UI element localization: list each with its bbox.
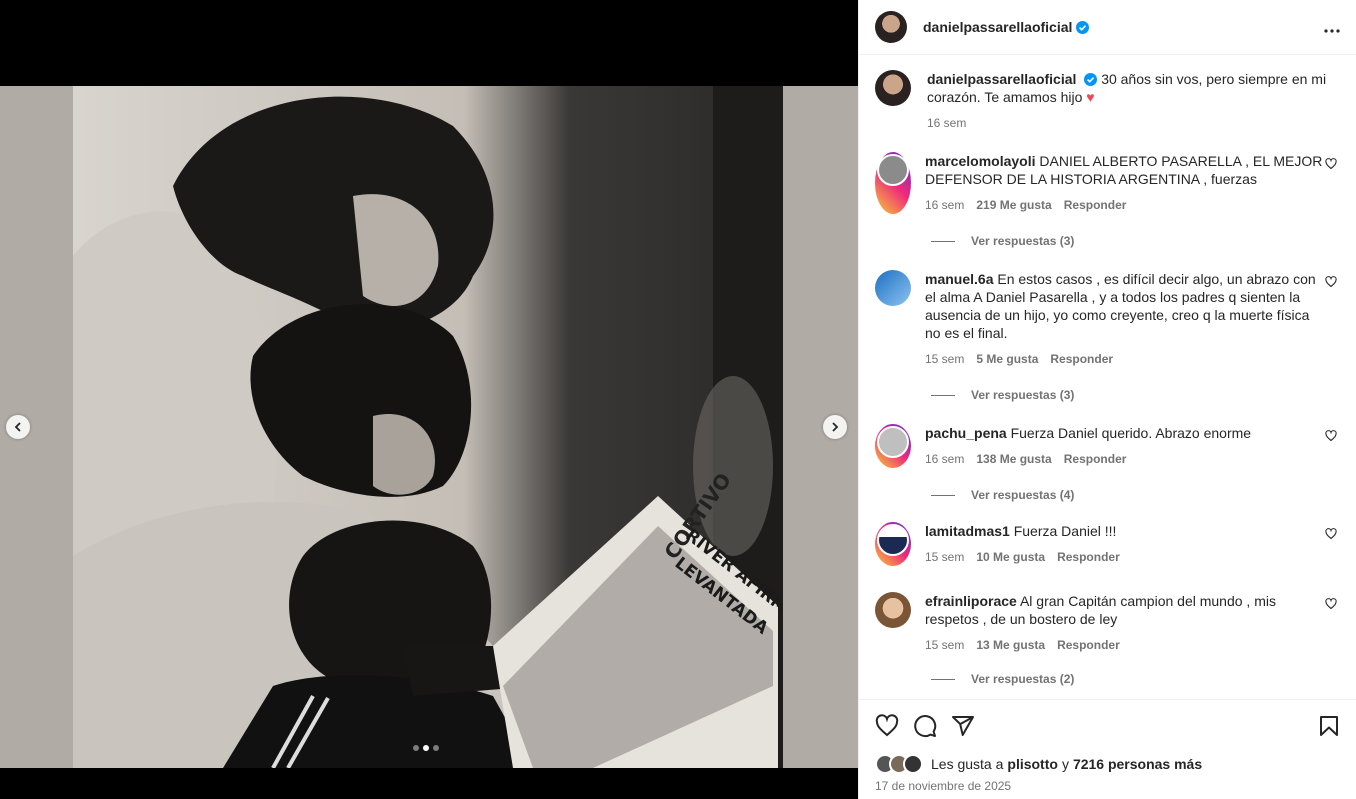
view-replies-button[interactable]: Ver respuestas (2) <box>931 672 1074 686</box>
post-header: danielpassarellaoficial <box>859 0 1356 55</box>
verified-icon <box>1076 20 1090 34</box>
chevron-left-icon <box>14 422 21 432</box>
save-icon[interactable] <box>1317 714 1341 738</box>
heart-icon[interactable] <box>1325 430 1337 442</box>
comment-icon[interactable] <box>913 714 937 738</box>
photo-background: CORTIVO RIVER AFIRMO LEVANTADA <box>0 86 858 768</box>
comment-likes[interactable]: 219 Me gusta <box>976 196 1051 214</box>
next-photo-button[interactable] <box>823 415 847 439</box>
comment-username[interactable]: manuel.6a <box>925 271 993 287</box>
comment-likes[interactable]: 13 Me gusta <box>976 636 1045 654</box>
heart-icon[interactable] <box>1325 276 1337 288</box>
commenter-avatar[interactable] <box>875 270 911 306</box>
comment-username[interactable]: pachu_pena <box>925 425 1007 441</box>
replies-line <box>931 494 955 496</box>
reply-button[interactable]: Responder <box>1057 636 1120 654</box>
likes-summary: Les gusta a plisotto y 7216 personas más <box>875 754 1202 774</box>
comment-time[interactable]: 16 sem <box>925 450 964 468</box>
replies-line <box>931 240 955 242</box>
liker-avatars <box>875 754 923 774</box>
post-photo[interactable]: CORTIVO RIVER AFIRMO LEVANTADA <box>73 86 783 768</box>
comment-username[interactable]: lamitadmas1 <box>925 523 1010 539</box>
verified-icon <box>1084 73 1098 86</box>
heart-icon[interactable] <box>1325 158 1337 170</box>
heart-icon[interactable] <box>1325 598 1337 610</box>
comment-time[interactable]: 16 sem <box>925 196 964 214</box>
more-options-button[interactable] <box>1324 17 1340 38</box>
likes-user[interactable]: plisotto <box>1007 756 1058 772</box>
likes-prefix: Les gusta a <box>931 756 1004 772</box>
heart-emoji: ♥ <box>1086 89 1095 105</box>
reply-button[interactable]: Responder <box>1057 548 1120 566</box>
reply-button[interactable]: Responder <box>1064 196 1127 214</box>
post-side-panel: danielpassarellaoficial danielpassarella… <box>858 0 1356 799</box>
heart-icon[interactable] <box>1325 528 1337 540</box>
comment: pachu_pena Fuerza Daniel querido. Abrazo… <box>875 424 1345 468</box>
carousel-dot-active <box>423 745 429 751</box>
view-replies-label: Ver respuestas (3) <box>971 234 1075 248</box>
comment: marcelomolayoli DANIEL ALBERTO PASARELLA… <box>875 152 1345 214</box>
post-media: CORTIVO RIVER AFIRMO LEVANTADA <box>0 0 858 799</box>
author-avatar[interactable] <box>875 11 907 43</box>
view-replies-button[interactable]: Ver respuestas (3) <box>931 234 1074 248</box>
photo-illustration <box>73 86 783 768</box>
comment: efrainliporace Al gran Capitán campion d… <box>875 592 1345 654</box>
comment-text: Fuerza Daniel !!! <box>1013 523 1117 539</box>
carousel-dot <box>413 745 419 751</box>
commenter-avatar[interactable] <box>875 424 911 468</box>
carousel-dot <box>433 745 439 751</box>
likes-join: y <box>1061 756 1069 772</box>
commenter-avatar[interactable] <box>875 152 911 214</box>
comments-list[interactable]: danielpassarellaoficial 30 años sin vos,… <box>859 56 1356 698</box>
comment: manuel.6a En estos casos , es difícil de… <box>875 270 1345 368</box>
share-icon[interactable] <box>951 714 975 738</box>
more-icon <box>1324 28 1340 33</box>
carousel-indicator <box>413 745 439 751</box>
comment-time[interactable]: 15 sem <box>925 636 964 654</box>
comment-text: Fuerza Daniel querido. Abrazo enorme <box>1010 425 1252 441</box>
chevron-right-icon <box>832 422 839 432</box>
comment-likes[interactable]: 10 Me gusta <box>976 548 1045 566</box>
author-avatar[interactable] <box>875 70 911 106</box>
comment-time[interactable]: 15 sem <box>925 548 964 566</box>
view-replies-label: Ver respuestas (4) <box>971 488 1075 502</box>
view-replies-label: Ver respuestas (3) <box>971 388 1075 402</box>
caption-username[interactable]: danielpassarellaoficial <box>927 71 1076 87</box>
comment: lamitadmas1 Fuerza Daniel !!! 15 sem 10 … <box>875 522 1345 566</box>
replies-line <box>931 394 955 396</box>
commenter-avatar[interactable] <box>875 522 911 566</box>
reply-button[interactable]: Responder <box>1050 350 1113 368</box>
post-date[interactable]: 17 de noviembre de 2025 <box>875 779 1011 793</box>
caption-time[interactable]: 16 sem <box>927 114 966 132</box>
likes-others[interactable]: 7216 personas más <box>1073 756 1202 772</box>
comment-username[interactable]: efrainliporace <box>925 593 1017 609</box>
view-replies-button[interactable]: Ver respuestas (4) <box>931 488 1074 502</box>
previous-photo-button[interactable] <box>6 415 30 439</box>
author-username[interactable]: danielpassarellaoficial <box>923 19 1072 35</box>
view-replies-label: Ver respuestas (2) <box>971 672 1075 686</box>
post-footer: Les gusta a plisotto y 7216 personas más… <box>859 699 1356 799</box>
comment-username[interactable]: marcelomolayoli <box>925 153 1036 169</box>
replies-line <box>931 678 955 680</box>
post-caption: danielpassarellaoficial 30 años sin vos,… <box>875 70 1345 132</box>
reply-button[interactable]: Responder <box>1064 450 1127 468</box>
comment-likes[interactable]: 138 Me gusta <box>976 450 1051 468</box>
commenter-avatar[interactable] <box>875 592 911 628</box>
comment-likes[interactable]: 5 Me gusta <box>976 350 1038 368</box>
view-replies-button[interactable]: Ver respuestas (3) <box>931 388 1074 402</box>
comment-time[interactable]: 15 sem <box>925 350 964 368</box>
action-bar <box>875 714 1341 738</box>
heart-icon[interactable] <box>875 714 899 738</box>
